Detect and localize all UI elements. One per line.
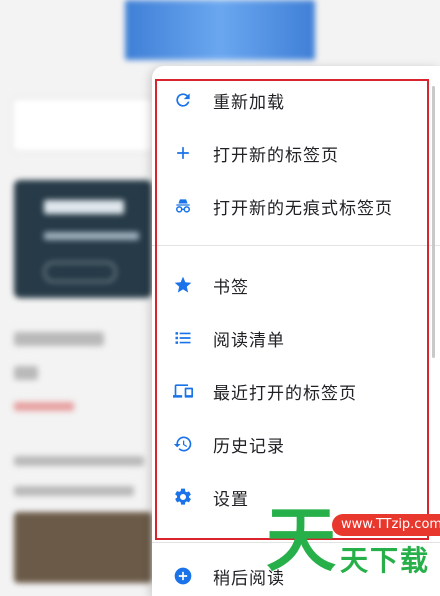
menu-item-bookmarks[interactable]: 书签	[160, 265, 426, 305]
menu-item-label: 历史记录	[213, 436, 285, 457]
background-text-line	[14, 456, 144, 466]
menu-divider	[152, 245, 440, 246]
plus-icon	[172, 142, 194, 164]
menu-item-recent-tabs[interactable]: 最近打开的标签页	[160, 371, 426, 411]
background-text-line	[14, 486, 134, 496]
menu-item-history[interactable]: 历史记录	[160, 424, 426, 464]
gear-icon	[172, 486, 194, 508]
star-icon	[172, 274, 194, 296]
background-tag	[14, 402, 74, 411]
background-search-box	[12, 98, 154, 152]
menu-item-label: 设置	[213, 489, 249, 510]
background-image	[14, 512, 152, 583]
background-text-line	[14, 332, 104, 346]
menu-item-label: 打开新的标签页	[213, 145, 339, 166]
watermark-glyph: 天	[266, 499, 336, 581]
watermark: 天 www.TTzip.com 天下载	[262, 498, 440, 583]
menu-item-reload[interactable]: 重新加载	[160, 80, 426, 120]
menu-item-label: 重新加载	[213, 92, 285, 113]
menu-item-label: 最近打开的标签页	[213, 383, 357, 404]
reload-icon	[172, 89, 194, 111]
menu-item-new-tab[interactable]: 打开新的标签页	[160, 133, 426, 173]
menu-item-reading-list[interactable]: 阅读清单	[160, 318, 426, 358]
menu-item-label: 阅读清单	[213, 330, 285, 351]
background-card	[14, 180, 152, 298]
background-text-line	[14, 366, 38, 380]
menu-item-label: 书签	[213, 277, 249, 298]
menu-item-label: 打开新的无痕式标签页	[213, 198, 393, 219]
watermark-url: www.TTzip.com	[332, 514, 440, 536]
background-banner	[125, 0, 315, 60]
history-icon	[172, 433, 194, 455]
add-circle-icon	[172, 565, 194, 587]
menu-item-new-incognito-tab[interactable]: 打开新的无痕式标签页	[160, 186, 426, 226]
incognito-icon	[172, 195, 194, 217]
watermark-name: 天下载	[340, 544, 431, 577]
menu-scrollbar[interactable]	[432, 86, 435, 358]
devices-icon	[172, 380, 194, 402]
list-icon	[172, 327, 194, 349]
